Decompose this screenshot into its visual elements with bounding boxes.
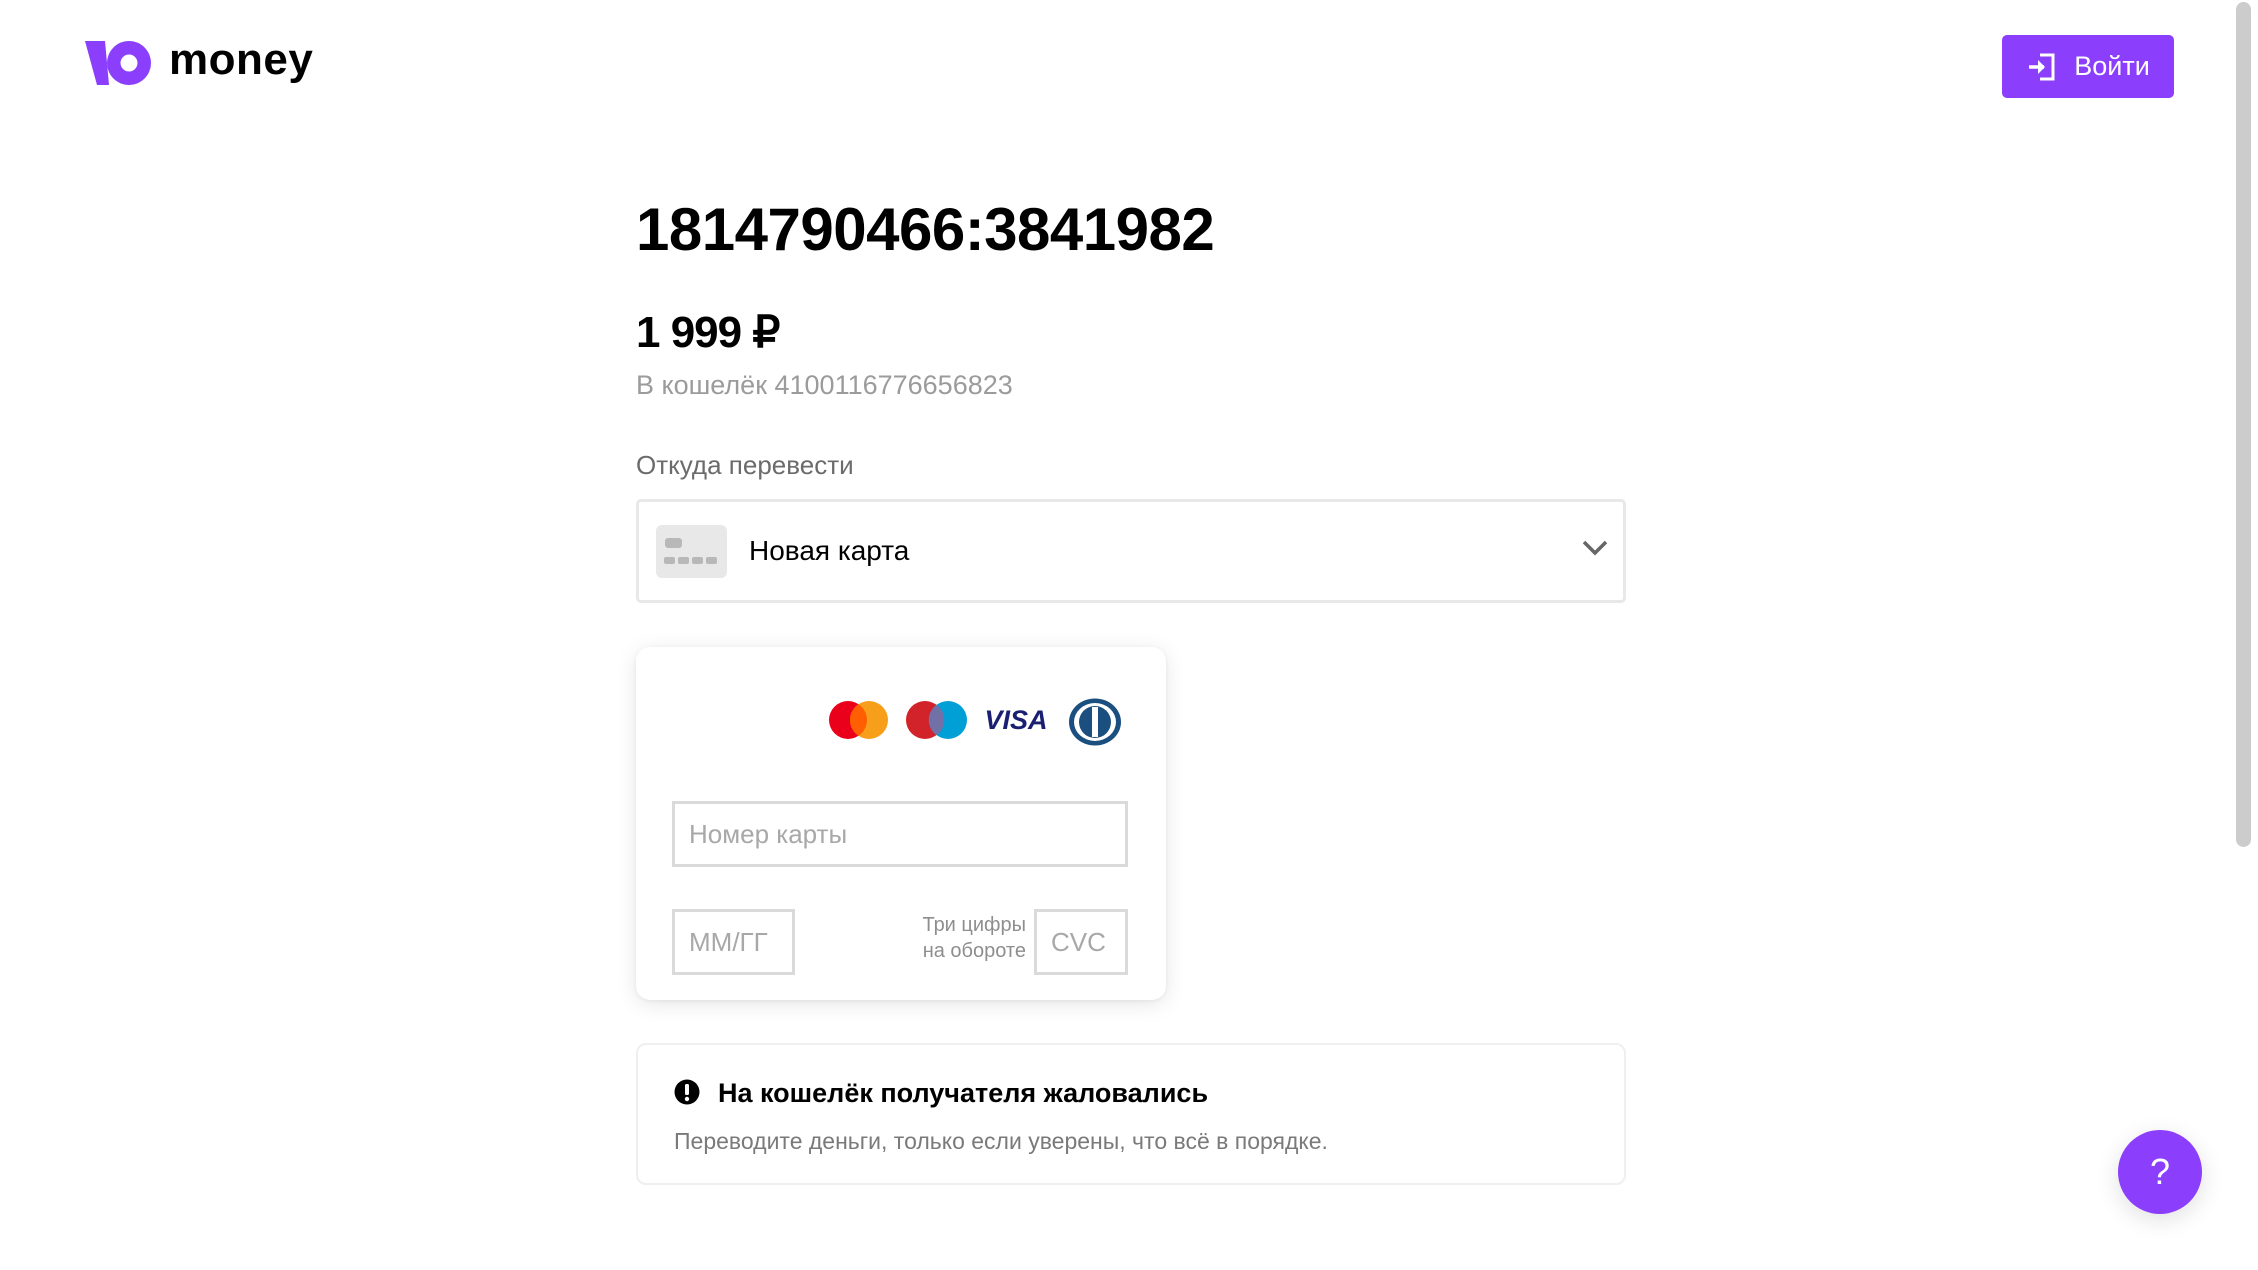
- logo-text: money: [169, 35, 314, 84]
- maestro-icon: [906, 701, 967, 739]
- cvc-hint: Три цифры на обороте: [922, 912, 1026, 964]
- diners-club-icon: [1069, 698, 1121, 746]
- recipient-wallet: В кошелёк 4100116776656823: [636, 370, 1013, 400]
- mastercard-icon: [829, 701, 888, 739]
- logo[interactable]: money: [85, 38, 313, 88]
- recipient-warning: На кошелёк получателя жаловались Перевод…: [636, 1043, 1626, 1185]
- warning-text: Переводите деньги, только если уверены, …: [674, 1128, 1328, 1154]
- warning-title: На кошелёк получателя жаловались: [718, 1078, 1209, 1108]
- card-icon: [656, 524, 727, 578]
- payment-amount: 1 999 ₽: [636, 308, 780, 357]
- visa-text: VISA: [984, 705, 1047, 735]
- cvc-input[interactable]: [1034, 909, 1128, 975]
- source-label: Откуда перевести: [636, 450, 854, 480]
- page-scrollbar[interactable]: [2236, 2, 2251, 847]
- login-label: Войти: [2074, 51, 2150, 81]
- help-button[interactable]: ?: [2118, 1130, 2202, 1214]
- login-button[interactable]: Войти: [2002, 35, 2174, 98]
- visa-icon: VISA: [984, 705, 1047, 735]
- cvc-hint-line2: на обороте: [922, 940, 1026, 962]
- card-number-input[interactable]: [672, 801, 1128, 867]
- card-form: VISA Три цифры на обороте: [636, 647, 1166, 1000]
- source-selected-value: Новая карта: [749, 535, 910, 566]
- exclamation-circle-icon: [674, 1079, 700, 1105]
- cvc-hint-line1: Три цифры: [922, 914, 1026, 936]
- expiry-input[interactable]: [672, 909, 795, 975]
- yoomoney-logo-icon: [85, 41, 151, 85]
- payment-title: 1814790466:3841982: [636, 196, 1215, 263]
- source-select[interactable]: Новая карта: [636, 499, 1626, 603]
- chevron-down-icon[interactable]: [1581, 538, 1609, 558]
- login-icon: [2029, 53, 2055, 80]
- help-icon: ?: [2149, 1151, 2171, 1192]
